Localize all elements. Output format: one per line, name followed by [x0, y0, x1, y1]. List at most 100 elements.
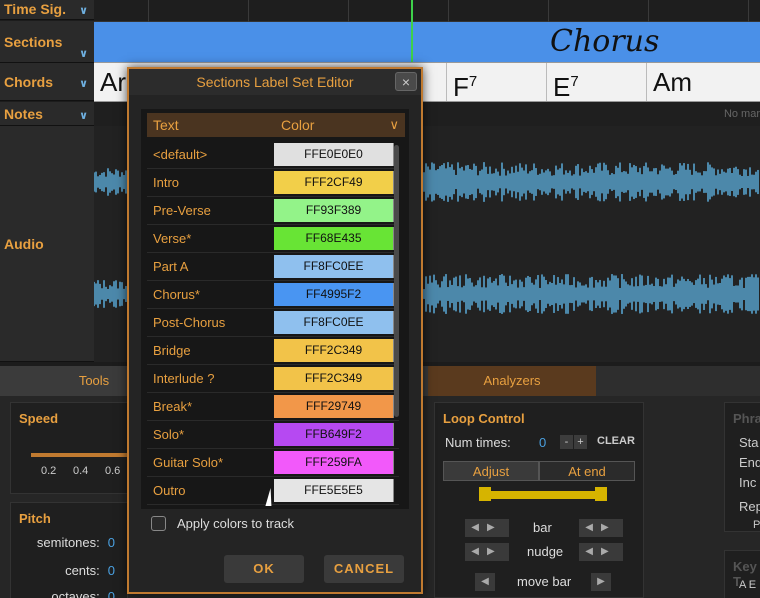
- list-item[interactable]: Guitar Solo* FFF259FA: [147, 449, 399, 477]
- row-label[interactable]: Chorus*: [153, 287, 200, 302]
- list-item[interactable]: Intro FFF2CF49: [147, 169, 399, 197]
- chevron-down-icon[interactable]: ∨: [79, 104, 88, 128]
- list-header: Text Color ∨: [147, 113, 405, 137]
- bar-start-arrows[interactable]: ◀▶: [465, 519, 509, 537]
- chevron-down-icon[interactable]: ∨: [79, 65, 88, 103]
- playhead[interactable]: [411, 0, 413, 62]
- speed-panel: Speed 0.2 0.4 0.6: [10, 402, 131, 494]
- sections-track[interactable]: Chorus: [94, 22, 760, 62]
- tab-analyzers[interactable]: Analyzers: [428, 366, 596, 396]
- time-sig-track[interactable]: [94, 0, 760, 22]
- tab-strip: [596, 366, 760, 396]
- row-label[interactable]: Intro: [153, 175, 179, 190]
- list-item[interactable]: Post-Chorus FF8FC0EE: [147, 309, 399, 337]
- list-item[interactable]: Part A FF8FC0EE: [147, 253, 399, 281]
- move-bar-right-button[interactable]: ▶: [591, 573, 611, 591]
- color-swatch[interactable]: FFE5E5E5: [274, 479, 394, 502]
- speed-tick: 0.4: [73, 465, 89, 477]
- section-label-chorus[interactable]: Chorus: [550, 22, 659, 62]
- loop-start-handle[interactable]: [479, 487, 491, 501]
- num-times-increment-button[interactable]: +: [574, 435, 587, 449]
- nudge-label: nudge: [527, 544, 564, 559]
- list-item[interactable]: Solo* FFB649F2: [147, 421, 399, 449]
- num-times-decrement-button[interactable]: -: [560, 435, 573, 449]
- row-label[interactable]: Verse*: [153, 231, 191, 246]
- key-value: A E: [739, 579, 757, 591]
- track-label-time-sig[interactable]: Time Sig. ∨: [0, 0, 94, 20]
- list-item[interactable]: <default> FFE0E0E0: [147, 141, 399, 169]
- speed-tick: 0.2: [41, 465, 57, 477]
- pitch-row-label: cents:: [65, 563, 100, 578]
- speed-tick: 0.6: [105, 465, 121, 477]
- pitch-row-label: semitones:: [36, 535, 100, 550]
- color-swatch[interactable]: FF8FC0EE: [274, 311, 394, 334]
- chevron-down-icon[interactable]: ∨: [79, 2, 88, 20]
- list-item[interactable]: Chorus* FF4995F2: [147, 281, 399, 309]
- adjust-tab[interactable]: Adjust: [443, 461, 539, 481]
- color-swatch[interactable]: FF68E435: [274, 227, 394, 250]
- track-label-chords[interactable]: Chords ∨: [0, 63, 94, 101]
- list-item[interactable]: Break* FFF29749: [147, 393, 399, 421]
- chord-cell[interactable]: Ar: [94, 63, 126, 101]
- pitch-cents-row: cents: 0: [65, 563, 115, 578]
- chord-root: Ar: [100, 67, 126, 97]
- pitch-row-value[interactable]: 0: [108, 535, 115, 550]
- row-label[interactable]: Post-Chorus: [153, 315, 225, 330]
- row-label[interactable]: Outro: [153, 483, 186, 498]
- grid-line: [148, 0, 149, 22]
- bar-end-arrows[interactable]: ◀▶: [579, 519, 623, 537]
- chord-cell[interactable]: F7: [446, 63, 477, 102]
- list-scrollbar[interactable]: [394, 145, 399, 417]
- color-swatch[interactable]: FFF2C349: [274, 367, 394, 390]
- track-label-audio[interactable]: Audio: [0, 126, 94, 362]
- row-label[interactable]: Solo*: [153, 427, 184, 442]
- color-swatch[interactable]: FFF2C349: [274, 339, 394, 362]
- apply-colors-checkbox[interactable]: [151, 516, 166, 531]
- chord-cell[interactable]: E7: [546, 63, 579, 102]
- list-item[interactable]: Bridge FFF2C349: [147, 337, 399, 365]
- loop-range-bar[interactable]: [483, 491, 601, 499]
- grid-line: [648, 0, 649, 22]
- row-label[interactable]: Guitar Solo*: [153, 455, 223, 470]
- color-swatch[interactable]: FFF29749: [274, 395, 394, 418]
- move-bar-left-button[interactable]: ◀: [475, 573, 495, 591]
- grid-line: [548, 0, 549, 22]
- at-end-tab[interactable]: At end: [539, 461, 635, 481]
- loop-end-handle[interactable]: [595, 487, 607, 501]
- bar-label: bar: [533, 520, 552, 535]
- row-label[interactable]: <default>: [153, 147, 207, 162]
- clear-button[interactable]: CLEAR: [597, 435, 635, 447]
- row-label[interactable]: Pre-Verse: [153, 203, 211, 218]
- apply-colors-label[interactable]: Apply colors to track: [177, 516, 294, 531]
- color-swatch[interactable]: FFF259FA: [274, 451, 394, 474]
- list-item[interactable]: Pre-Verse FF93F389: [147, 197, 399, 225]
- list-item[interactable]: Verse* FF68E435: [147, 225, 399, 253]
- phrase-row: Rep: [739, 499, 760, 514]
- row-label[interactable]: Bridge: [153, 343, 191, 358]
- ok-button[interactable]: OK: [224, 555, 304, 583]
- track-label-sections[interactable]: Sections ∨: [0, 21, 94, 63]
- color-swatch[interactable]: FF8FC0EE: [274, 255, 394, 278]
- num-times-value[interactable]: 0: [539, 435, 546, 450]
- chevron-down-icon[interactable]: ∨: [389, 113, 399, 137]
- pitch-row-value[interactable]: 0: [108, 563, 115, 578]
- chord-cell[interactable]: Am: [646, 63, 692, 101]
- header-color: Color: [281, 117, 315, 133]
- color-swatch[interactable]: FFF2CF49: [274, 171, 394, 194]
- row-label[interactable]: Interlude ?: [153, 371, 214, 386]
- close-icon[interactable]: ×: [395, 72, 417, 91]
- pitch-row-label: octaves:: [51, 589, 100, 598]
- color-swatch[interactable]: FF93F389: [274, 199, 394, 222]
- row-label[interactable]: Break*: [153, 399, 192, 414]
- track-label-notes[interactable]: Notes ∨: [0, 102, 94, 126]
- nudge-end-arrows[interactable]: ◀▶: [579, 543, 623, 561]
- color-swatch[interactable]: FFB649F2: [274, 423, 394, 446]
- color-swatch[interactable]: FF4995F2: [274, 283, 394, 306]
- color-swatch[interactable]: FFE0E0E0: [274, 143, 394, 166]
- cancel-button[interactable]: CANCEL: [324, 555, 404, 583]
- pitch-row-value[interactable]: 0: [108, 589, 115, 598]
- speed-slider[interactable]: [31, 453, 131, 457]
- row-label[interactable]: Part A: [153, 259, 188, 274]
- nudge-start-arrows[interactable]: ◀▶: [465, 543, 509, 561]
- list-item[interactable]: Interlude ? FFF2C349: [147, 365, 399, 393]
